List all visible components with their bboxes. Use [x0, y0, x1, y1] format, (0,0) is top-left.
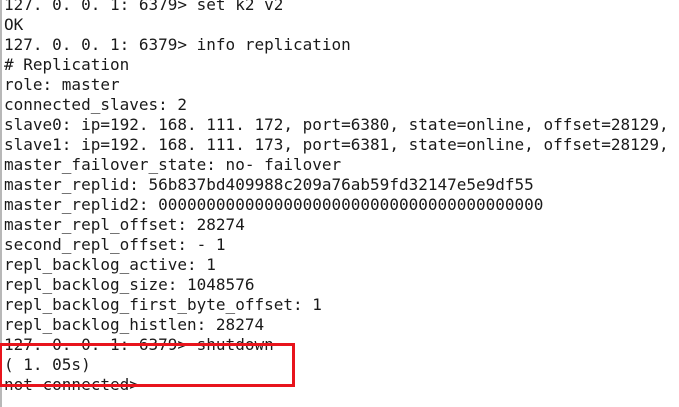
terminal-line-second-repl-offset: second_repl_offset: - 1	[4, 235, 226, 254]
terminal-line-prompt-set: 127. 0. 0. 1: 6379> set k2 v2	[4, 0, 284, 14]
terminal-line-shutdown-duration: ( 1. 05s)	[4, 355, 91, 374]
terminal-line-ok: OK	[4, 15, 24, 34]
terminal-left-border	[0, 0, 2, 407]
terminal-line-failover-state: master_failover_state: no- failover	[4, 155, 342, 174]
terminal-line-master-replid2: master_replid2: 000000000000000000000000…	[4, 195, 544, 214]
terminal-line-prompt-info: 127. 0. 0. 1: 6379> info replication	[4, 35, 351, 54]
terminal-line-section-header: # Replication	[4, 55, 130, 74]
terminal-line-backlog-active: repl_backlog_active: 1	[4, 255, 216, 274]
terminal-line-prompt-not-connected[interactable]: not connected>	[4, 375, 679, 395]
terminal-window[interactable]: 127. 0. 0. 1: 6379> set k2 v2 OK 127. 0.…	[0, 0, 679, 407]
terminal-line-master-repl-offset: master_repl_offset: 28274	[4, 215, 245, 234]
terminal-line-backlog-size: repl_backlog_size: 1048576	[4, 275, 255, 294]
terminal-line-backlog-first-byte-offset: repl_backlog_first_byte_offset: 1	[4, 295, 322, 314]
terminal-line-prompt-shutdown: 127. 0. 0. 1: 6379> shutdown	[4, 335, 274, 354]
terminal-line-slave0: slave0: ip=192. 168. 111. 172, port=6380…	[4, 115, 679, 134]
terminal-line-connected-slaves: connected_slaves: 2	[4, 95, 188, 114]
terminal-line-master-replid: master_replid: 56b837bd409988c209a76ab59…	[4, 175, 534, 194]
terminal-line-role: role: master	[4, 75, 120, 94]
terminal-output: 127. 0. 0. 1: 6379> set k2 v2 OK 127. 0.…	[4, 0, 679, 395]
terminal-line-slave1: slave1: ip=192. 168. 111. 173, port=6381…	[4, 135, 679, 154]
terminal-line-backlog-histlen: repl_backlog_histlen: 28274	[4, 315, 265, 334]
